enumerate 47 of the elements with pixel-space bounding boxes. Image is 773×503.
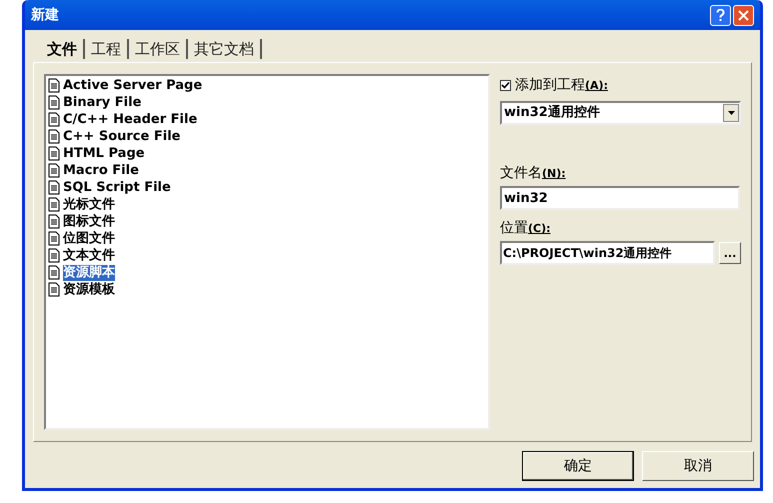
list-item[interactable]: 位图文件 [63, 230, 115, 246]
document-icon [47, 197, 61, 212]
tab[interactable]: 文件 [41, 39, 85, 59]
dropdown-value: win32通用控件 [503, 104, 600, 122]
document-icon [47, 180, 61, 195]
close-button[interactable] [733, 4, 754, 26]
list-item[interactable]: 光标文件 [63, 196, 115, 212]
document-icon [47, 265, 61, 280]
help-icon [716, 9, 725, 21]
window-title: 新建 [31, 6, 59, 24]
caret-icon [728, 111, 734, 115]
field-label: 位置(C): [500, 219, 552, 238]
browse-button[interactable]: ... [719, 242, 741, 264]
document-icon [47, 112, 61, 127]
file-name-input[interactable]: win32 [500, 186, 740, 210]
list-item[interactable]: 资源脚本 [63, 264, 115, 280]
document-icon [47, 282, 61, 297]
field-label: 文件名(N): [500, 164, 567, 183]
document-icon [47, 95, 61, 110]
list-item[interactable]: SQL Script File [63, 180, 171, 196]
location-input[interactable]: C:\PROJECT\win32通用控件 [500, 241, 715, 265]
list-item[interactable]: Macro File [63, 162, 139, 178]
help-button[interactable] [710, 4, 731, 26]
list-item[interactable]: 图标文件 [63, 214, 115, 230]
document-icon [47, 248, 61, 263]
document-icon [47, 231, 61, 246]
document-icon [47, 214, 61, 229]
list-item[interactable]: Active Server Page [63, 78, 202, 94]
tab[interactable]: 其它文档 [188, 39, 262, 59]
close-icon [738, 10, 749, 20]
list-item[interactable]: Binary File [63, 94, 142, 110]
list-item[interactable]: C++ Source File [63, 128, 180, 144]
dialog-button[interactable]: 确定 [522, 451, 634, 481]
project-dropdown[interactable]: win32通用控件 [500, 101, 741, 125]
list-item[interactable]: C/C++ Header File [63, 112, 198, 128]
tab[interactable]: 工作区 [129, 39, 188, 59]
list-item[interactable]: 文本文件 [63, 248, 115, 264]
document-icon [47, 163, 61, 178]
list-item[interactable]: HTML Page [63, 146, 145, 162]
document-icon [47, 129, 61, 144]
document-icon [47, 78, 61, 93]
list-item[interactable]: 资源模板 [63, 282, 115, 298]
dialog-button[interactable]: 取消 [642, 451, 754, 481]
document-icon [47, 146, 61, 161]
tab[interactable]: 工程 [85, 39, 129, 59]
checkbox[interactable] [500, 80, 511, 91]
field-label: 添加到工程(A): [515, 76, 608, 95]
